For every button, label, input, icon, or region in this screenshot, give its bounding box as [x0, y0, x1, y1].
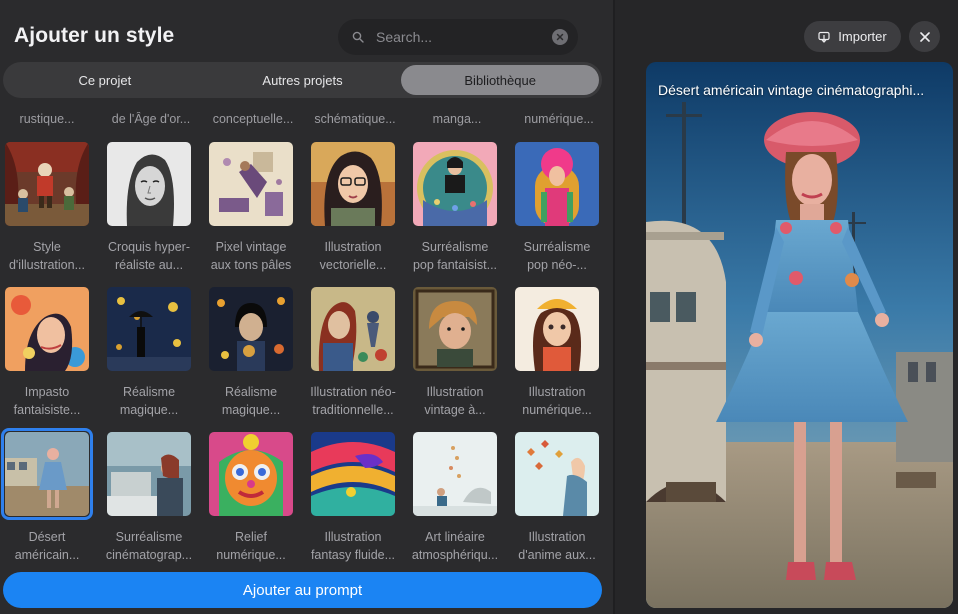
- cutoff-label: rustique...: [19, 112, 75, 126]
- clear-icon[interactable]: [552, 29, 568, 45]
- style-thumbnail: [413, 142, 497, 226]
- panel-title: Ajouter un style: [14, 24, 175, 47]
- style-thumbnail: [107, 432, 191, 516]
- cutoff-label-row: rustique... de l'Âge d'or... conceptuell…: [0, 112, 614, 128]
- style-label: Croquis hyper-réaliste au...: [108, 240, 190, 272]
- style-label: Impasto fantaisiste...: [13, 385, 81, 417]
- style-thumbnail: [5, 287, 89, 371]
- style-label: Surréalisme pop néo-...: [523, 240, 591, 272]
- cutoff-label: numérique...: [524, 112, 594, 126]
- preview-title: Désert américain vintage cinématographi.…: [658, 82, 925, 98]
- search-input[interactable]: Search...: [376, 29, 552, 45]
- style-preview-panel: Importer Désert américain vintage cinéma…: [615, 0, 958, 614]
- style-thumbnail: [311, 432, 395, 516]
- style-thumbnail: [311, 287, 395, 371]
- tab-bibliotheque[interactable]: Bibliothèque: [401, 65, 600, 95]
- style-label: Surréalisme pop fantaisist...: [412, 240, 498, 272]
- style-label: Illustration vectorielle...: [319, 240, 387, 272]
- style-thumbnail: [209, 142, 293, 226]
- import-label: Importer: [838, 29, 887, 44]
- style-preview-image: Désert américain vintage cinématographi.…: [646, 62, 953, 608]
- style-thumbnail: [515, 287, 599, 371]
- style-picker-panel: Ajouter un style Search... Ce projet Aut…: [0, 0, 614, 614]
- style-label: Illustration néo-traditionnelle...: [310, 385, 396, 417]
- style-label: Pixel vintage aux tons pâles: [210, 240, 292, 272]
- style-label: Désert américain...: [14, 530, 80, 562]
- tab-ce-projet[interactable]: Ce projet: [6, 65, 204, 95]
- close-button[interactable]: [909, 21, 940, 52]
- style-label: Surréalisme cinématograp...: [105, 530, 193, 562]
- style-thumbnail: [413, 432, 497, 516]
- add-to-prompt-button[interactable]: Ajouter au prompt: [3, 572, 602, 608]
- style-label: Illustration d'anime aux...: [518, 530, 596, 562]
- import-icon: [818, 31, 830, 43]
- cutoff-label: conceptuelle...: [212, 112, 294, 126]
- close-icon: [919, 31, 930, 42]
- style-label: Relief numérique...: [216, 530, 286, 562]
- search-icon: [352, 31, 364, 43]
- style-label: Illustration numérique...: [522, 385, 592, 417]
- search-bar[interactable]: Search...: [338, 19, 578, 55]
- import-button[interactable]: Importer: [804, 21, 901, 52]
- style-thumbnail: [5, 432, 89, 516]
- cutoff-label: de l'Âge d'or...: [111, 112, 191, 126]
- style-thumbnail: [209, 432, 293, 516]
- style-thumbnail: [107, 142, 191, 226]
- style-thumbnail: [515, 142, 599, 226]
- style-thumbnail: [515, 432, 599, 516]
- style-thumbnail: [107, 287, 191, 371]
- tab-autres-projets[interactable]: Autres projets: [204, 65, 402, 95]
- style-thumbnail: [209, 287, 293, 371]
- style-label: Illustration fantasy fluide...: [310, 530, 396, 562]
- style-label: Réalisme magique...: [119, 385, 179, 417]
- style-thumbnail: [5, 142, 89, 226]
- style-label: Style d'illustration...: [8, 240, 86, 272]
- cutoff-label: schématique...: [314, 112, 396, 126]
- style-label: Illustration vintage à...: [424, 385, 486, 417]
- style-thumbnail: [413, 287, 497, 371]
- style-label: Art linéaire atmosphériqu...: [411, 530, 499, 562]
- style-thumbnail: [311, 142, 395, 226]
- source-tabs: Ce projet Autres projets Bibliothèque: [3, 62, 602, 98]
- style-label: Réalisme magique...: [221, 385, 281, 417]
- cutoff-label: manga...: [432, 112, 482, 126]
